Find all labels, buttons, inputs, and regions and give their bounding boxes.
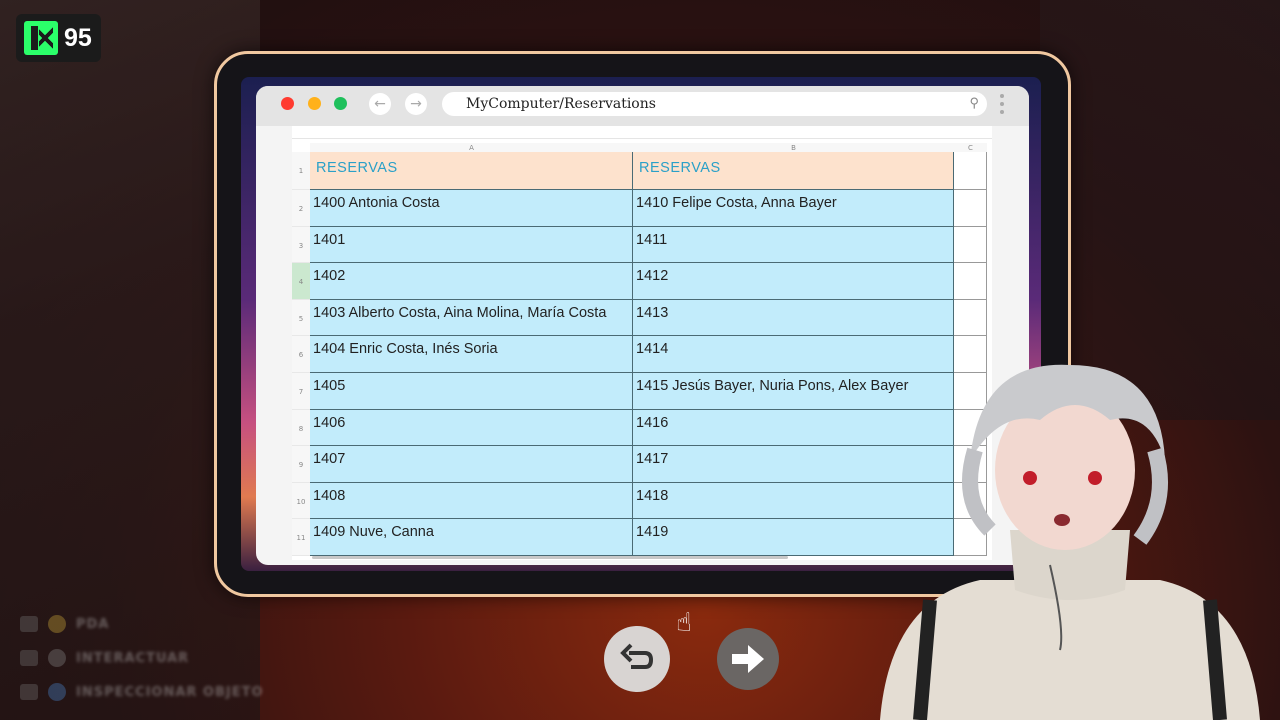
table-cell[interactable]: 1408 (310, 482, 633, 520)
empty-cell[interactable] (954, 226, 987, 264)
hint-label: INTERACTUAR (76, 650, 190, 666)
key-icon (20, 650, 38, 666)
table-cell[interactable]: 1410 Felipe Costa, Anna Bayer (633, 190, 954, 227)
table-cell[interactable]: 1402 (310, 263, 633, 300)
row-header[interactable]: 1 (292, 152, 310, 190)
horizontal-scrollbar[interactable] (312, 556, 788, 559)
header-cell[interactable]: RESERVAS (310, 152, 633, 190)
arrow-right-icon: → (410, 96, 422, 112)
table-cell[interactable]: 1412 (633, 263, 954, 300)
empty-cell[interactable] (954, 263, 987, 300)
table-cell[interactable]: 1401 (310, 226, 633, 264)
table-cell[interactable]: 1403 Alberto Costa, Aina Molina, María C… (310, 299, 633, 337)
button-icon (48, 683, 66, 701)
row-header[interactable]: 3 (292, 226, 310, 264)
table-cell[interactable]: 1404 Enric Costa, Inés Soria (310, 336, 633, 373)
close-window-button[interactable] (281, 97, 294, 110)
empty-cell[interactable] (954, 190, 987, 227)
row-header[interactable]: 7 (292, 373, 310, 410)
arrow-left-icon: ← (374, 96, 386, 112)
button-icon (48, 615, 66, 633)
row-header[interactable]: 2 (292, 190, 310, 227)
table-cell[interactable]: 1405 (310, 373, 633, 410)
key-icon (20, 684, 38, 700)
row-header[interactable]: 5 (292, 299, 310, 337)
channel-logo: 95 (16, 14, 101, 62)
table-cell[interactable]: 1413 (633, 299, 954, 337)
row-header[interactable]: 6 (292, 336, 310, 373)
k-logo-icon (24, 21, 58, 55)
undo-button[interactable] (604, 626, 670, 692)
minimize-window-button[interactable] (308, 97, 321, 110)
next-button[interactable] (717, 628, 779, 690)
control-hint: PDA (20, 614, 109, 634)
streamer-avatar (880, 364, 1260, 720)
forward-button[interactable]: → (405, 93, 427, 115)
formula-bar[interactable] (292, 126, 992, 139)
row-header[interactable]: 10 (292, 482, 310, 520)
hint-label: PDA (76, 616, 110, 632)
header-cell[interactable]: RESERVAS (633, 152, 954, 190)
table-cell[interactable]: 1409 Nuve, Canna (310, 519, 633, 556)
undo-arrow-icon (620, 643, 654, 669)
arrow-right-icon (732, 645, 764, 673)
table-cell[interactable]: 1400 Antonia Costa (310, 190, 633, 227)
address-bar[interactable]: MyComputer/Reservations ⚲ (442, 92, 987, 116)
search-icon[interactable]: ⚲ (969, 92, 979, 116)
hand-cursor-icon: ☝ (676, 608, 692, 638)
empty-cell[interactable] (954, 299, 987, 337)
control-hint: INSPECCIONAR OBJETO (20, 682, 264, 702)
row-header[interactable]: 8 (292, 409, 310, 447)
table-cell[interactable]: 1411 (633, 226, 954, 264)
row-header[interactable]: 9 (292, 446, 310, 483)
empty-cell[interactable] (954, 152, 987, 190)
more-options-icon[interactable] (1000, 94, 1004, 118)
maximize-window-button[interactable] (334, 97, 347, 110)
row-header[interactable]: 11 (292, 519, 310, 556)
logo-number: 95 (64, 23, 92, 52)
row-header[interactable]: 4 (292, 263, 310, 300)
control-hint: INTERACTUAR (20, 648, 189, 668)
back-button[interactable]: ← (369, 93, 391, 115)
hint-label: INSPECCIONAR OBJETO (76, 684, 264, 700)
browser-titlebar: ← → MyComputer/Reservations ⚲ (256, 86, 1029, 126)
button-icon (48, 649, 66, 667)
table-cell[interactable]: 1406 (310, 409, 633, 447)
table-cell[interactable]: 1407 (310, 446, 633, 483)
key-icon (20, 616, 38, 632)
address-text: MyComputer/Reservations (466, 96, 656, 112)
